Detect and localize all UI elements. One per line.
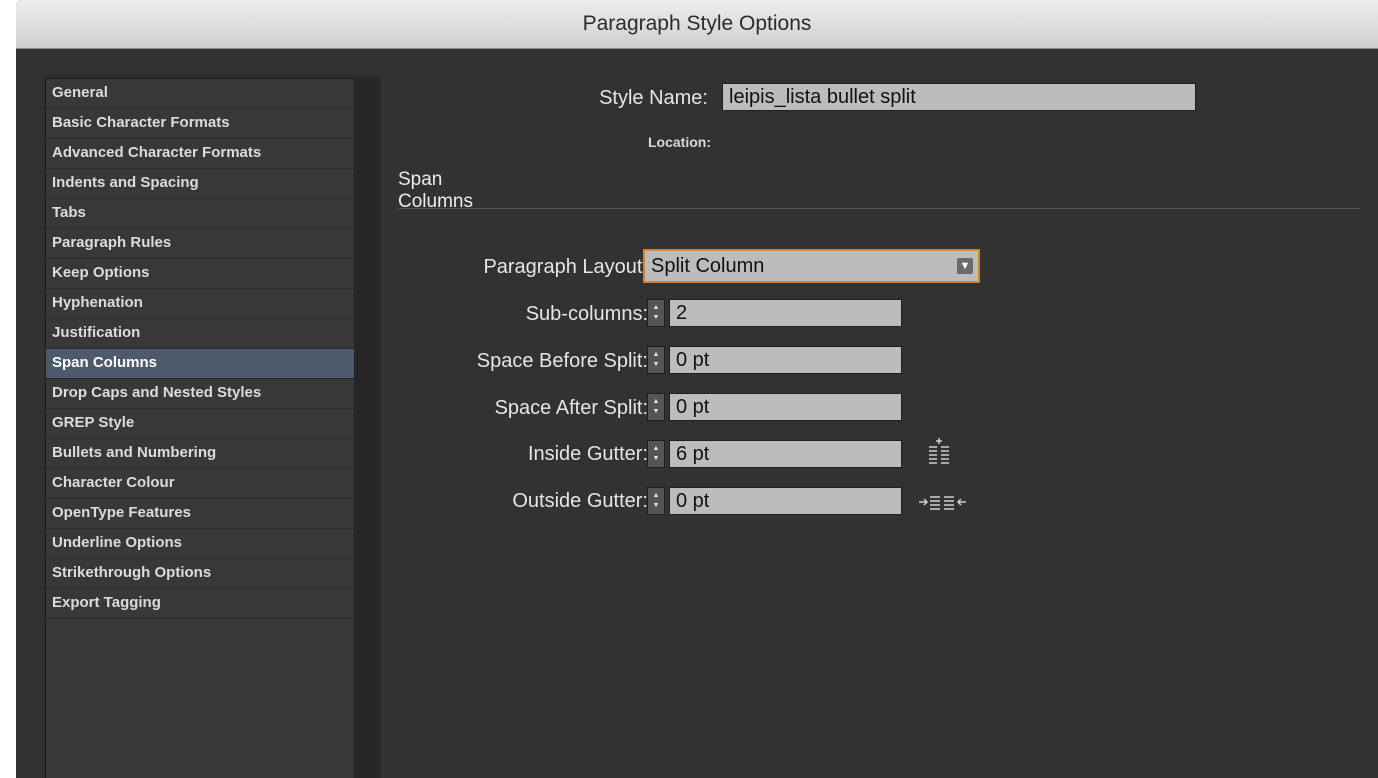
sidebar-item-indents-and-spacing[interactable]: Indents and Spacing	[46, 169, 354, 199]
sidebar-item-underline-options[interactable]: Underline Options	[46, 529, 354, 559]
paragraph-layout-label: Paragraph Layout:	[483, 256, 648, 278]
sidebar-scrollbar[interactable]	[356, 78, 380, 778]
sidebar-item-general[interactable]: General	[46, 79, 354, 109]
location-label: Location:	[648, 134, 711, 150]
inside-gutter-label: Inside Gutter:	[527, 443, 648, 465]
paragraph-style-options-dialog: Paragraph Style Options General Basic Ch…	[16, 0, 1378, 778]
outside-gutter-stepper-icon[interactable]: ▲ ▼	[647, 487, 665, 515]
sidebar-item-drop-caps-and-nested-styles[interactable]: Drop Caps and Nested Styles	[46, 379, 354, 409]
space-before-split-label: Space Before Split:	[476, 350, 648, 372]
category-list: General Basic Character Formats Advanced…	[45, 78, 355, 778]
paragraph-layout-select[interactable]: Split Column ▼	[643, 249, 980, 283]
chevron-down-icon[interactable]: ▼	[957, 258, 973, 274]
sidebar-item-character-colour[interactable]: Character Colour	[46, 469, 354, 499]
dialog-title: Paragraph Style Options	[16, 0, 1378, 49]
space-after-split-label: Space After Split:	[494, 397, 648, 419]
style-name-label: Style Name:	[599, 87, 708, 109]
space-before-split-field[interactable]: 0 pt	[669, 346, 902, 374]
category-sidebar: General Basic Character Formats Advanced…	[44, 75, 381, 778]
outside-gutter-label: Outside Gutter:	[512, 490, 648, 512]
sidebar-item-strikethrough-options[interactable]: Strikethrough Options	[46, 559, 354, 589]
section-divider	[398, 208, 1360, 209]
sidebar-item-span-columns[interactable]: Span Columns	[46, 349, 354, 379]
sidebar-item-advanced-character-formats[interactable]: Advanced Character Formats	[46, 139, 354, 169]
sidebar-item-justification[interactable]: Justification	[46, 319, 354, 349]
sidebar-item-paragraph-rules[interactable]: Paragraph Rules	[46, 229, 354, 259]
inside-gutter-stepper-icon[interactable]: ▲ ▼	[647, 440, 665, 468]
sidebar-item-export-tagging[interactable]: Export Tagging	[46, 589, 354, 619]
sidebar-item-keep-options[interactable]: Keep Options	[46, 259, 354, 289]
space-before-split-stepper-icon[interactable]: ▲ ▼	[647, 346, 665, 374]
section-title: Span Columns	[398, 169, 473, 212]
style-name-input[interactable]: leipis_lista bullet split	[722, 83, 1196, 111]
sidebar-item-opentype-features[interactable]: OpenType Features	[46, 499, 354, 529]
inside-gutter-field[interactable]: 6 pt	[669, 440, 902, 468]
sub-columns-label: Sub-columns:	[525, 303, 648, 325]
sidebar-item-bullets-and-numbering[interactable]: Bullets and Numbering	[46, 439, 354, 469]
sidebar-item-grep-style[interactable]: GREP Style	[46, 409, 354, 439]
space-after-split-stepper-icon[interactable]: ▲ ▼	[647, 393, 665, 421]
inside-gutter-icon	[929, 438, 949, 464]
sub-columns-stepper-icon[interactable]: ▲ ▼	[647, 299, 665, 327]
sub-columns-field[interactable]: 2	[669, 299, 902, 327]
space-after-split-field[interactable]: 0 pt	[669, 393, 902, 421]
outside-gutter-icon	[919, 496, 966, 510]
sidebar-item-hyphenation[interactable]: Hyphenation	[46, 289, 354, 319]
outside-gutter-field[interactable]: 0 pt	[669, 487, 902, 515]
sidebar-item-basic-character-formats[interactable]: Basic Character Formats	[46, 109, 354, 139]
sidebar-item-tabs[interactable]: Tabs	[46, 199, 354, 229]
paragraph-layout-value: Split Column	[651, 255, 765, 277]
